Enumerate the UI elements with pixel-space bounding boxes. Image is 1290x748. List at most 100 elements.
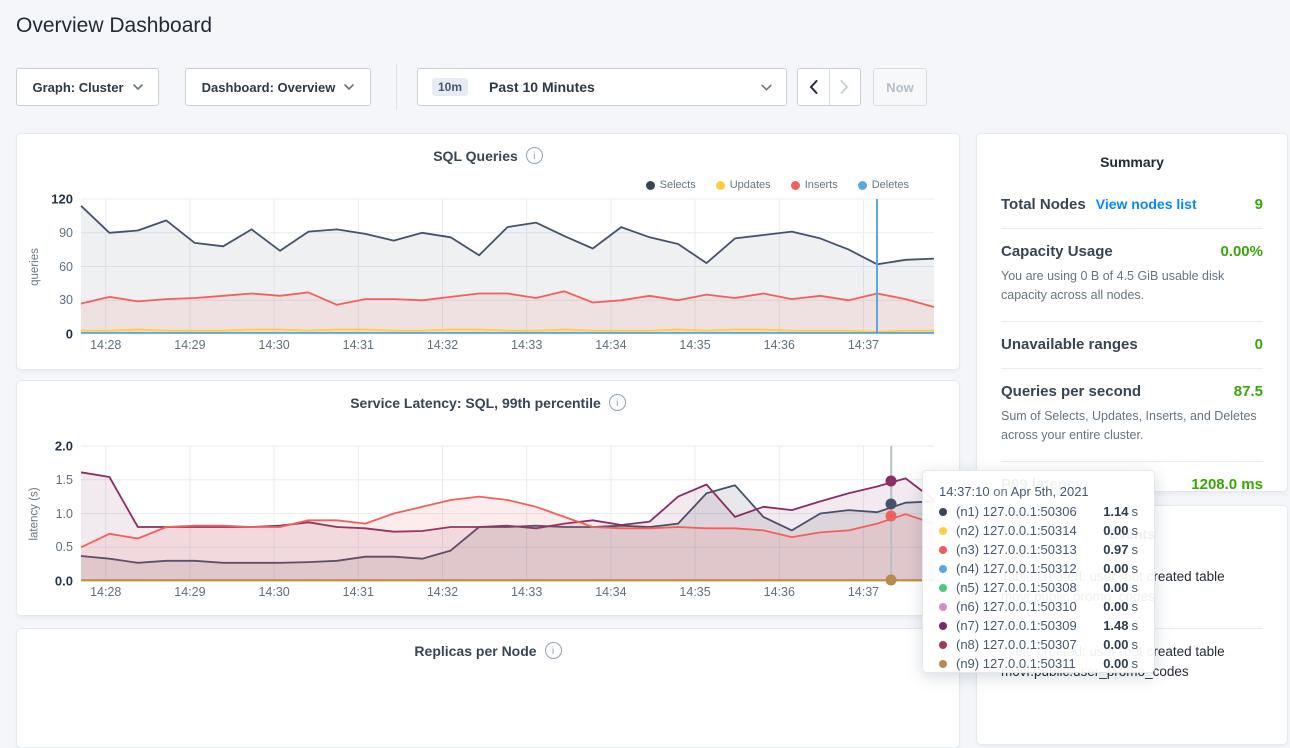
node-latency-value: 0.00 (1103, 599, 1128, 614)
chart-title: SQL Queries (433, 148, 518, 164)
summary-metric-value: 87.5 (1234, 383, 1263, 400)
legend-item-inserts[interactable]: Inserts (791, 179, 838, 191)
x-tick-label: 14:35 (679, 585, 710, 599)
node-address: (n4) 127.0.0.1:50312 (956, 561, 1097, 576)
tooltip-node-row: (n6) 127.0.0.1:50310 0.00 s (939, 599, 1138, 614)
time-range-label: Past 10 Minutes (489, 79, 595, 95)
legend-item-updates[interactable]: Updates (716, 179, 771, 191)
legend-item-selects[interactable]: Selects (646, 179, 696, 191)
summary-metric-label: Unavailable ranges (1001, 336, 1138, 353)
view-nodes-list-link[interactable]: View nodes list (1096, 196, 1197, 212)
y-tick-label: 0.0 (55, 574, 73, 589)
x-axis-ticks: 14:2814:2914:3014:3114:3214:3314:3414:35… (81, 585, 934, 601)
node-color-dot (939, 584, 947, 592)
replicas-per-node-panel: Replicas per Node i (16, 628, 960, 748)
tooltip-node-row: (n1) 127.0.0.1:503061.14s (939, 504, 1138, 519)
chart-title: Service Latency: SQL, 99th percentile (350, 395, 601, 411)
graph-dropdown-label: Graph: Cluster (32, 80, 123, 95)
x-tick-label: 14:34 (595, 585, 626, 599)
legend-item-deletes[interactable]: Deletes (858, 179, 909, 191)
tooltip-node-row: (n5) 127.0.0.1:503080.00s (939, 580, 1138, 595)
node-address: (n5) 127.0.0.1:50308 (956, 580, 1097, 595)
x-tick-label: 14:35 (679, 338, 710, 352)
summary-metric-value: 1208.0 ms (1191, 476, 1263, 493)
legend-dot (716, 181, 725, 190)
x-tick-label: 14:33 (511, 585, 542, 599)
node-latency-unit: s (1132, 580, 1139, 595)
summary-row: Unavailable ranges 0 (1001, 321, 1263, 368)
y-tick-label: 60 (59, 260, 73, 274)
now-button[interactable]: Now (873, 68, 927, 106)
info-icon[interactable]: i (609, 394, 626, 411)
hover-crosshair-line (876, 199, 878, 334)
node-latency-unit: s (1132, 599, 1139, 614)
time-range-dropdown[interactable]: 10m Past 10 Minutes (417, 68, 787, 106)
chevron-down-icon (133, 84, 143, 90)
legend-label: Selects (660, 179, 696, 191)
time-nav-group (797, 68, 861, 106)
x-tick-label: 14:31 (343, 338, 374, 352)
node-latency-value: 0.00 (1103, 637, 1128, 652)
service-latency-plot[interactable] (81, 446, 934, 581)
node-color-dot (939, 546, 947, 554)
chart-hover-tooltip: 14:37:10 on Apr 5th, 2021 (n1) 127.0.0.1… (922, 470, 1155, 673)
node-address: (n6) 127.0.0.1:50310 (956, 599, 1097, 614)
x-axis-ticks: 14:2814:2914:3014:3114:3214:3314:3414:35… (81, 338, 934, 354)
x-tick-label: 14:31 (343, 585, 374, 599)
legend-label: Updates (730, 179, 771, 191)
sql-queries-plot[interactable] (81, 199, 934, 334)
chevron-left-icon (809, 80, 818, 94)
toolbar-divider (396, 64, 397, 110)
node-color-dot (939, 603, 947, 611)
y-tick-label: 0 (66, 327, 73, 342)
summary-row-header: Total Nodes View nodes list 9 (1001, 196, 1263, 213)
y-tick-label: 90 (59, 226, 73, 240)
x-tick-label: 14:36 (764, 338, 795, 352)
summary-metric-value: 0 (1255, 336, 1263, 353)
x-tick-label: 14:34 (595, 338, 626, 352)
node-color-dot (939, 565, 947, 573)
x-tick-label: 14:32 (427, 338, 458, 352)
node-color-dot (939, 641, 947, 649)
summary-title: Summary (1001, 134, 1263, 182)
node-latency-value: 0.00 (1103, 561, 1128, 576)
chart-title: Replicas per Node (414, 643, 536, 659)
node-latency-unit: s (1132, 656, 1139, 671)
legend-label: Inserts (805, 179, 838, 191)
summary-metric-value: 0.00% (1220, 243, 1263, 260)
summary-row-header: Queries per second 87.5 (1001, 383, 1263, 400)
node-color-dot (939, 622, 947, 630)
node-latency-unit: s (1132, 504, 1139, 519)
node-color-dot (939, 508, 947, 516)
y-tick-label: 1.5 (56, 473, 73, 487)
info-icon[interactable]: i (526, 147, 543, 164)
info-icon[interactable]: i (545, 642, 562, 659)
node-address: (n1) 127.0.0.1:50306 (956, 504, 1097, 519)
summary-metric-value: 9 (1255, 196, 1263, 213)
x-tick-label: 14:30 (258, 585, 289, 599)
legend-dot (791, 181, 800, 190)
summary-metric-label: Total Nodes (1001, 196, 1086, 213)
prev-time-button[interactable] (798, 69, 829, 105)
y-tick-label: 2.0 (55, 439, 73, 454)
chevron-right-icon (840, 80, 849, 94)
node-address: (n8) 127.0.0.1:50307 (956, 637, 1097, 652)
node-latency-unit: s (1132, 637, 1139, 652)
x-tick-label: 14:37 (848, 585, 879, 599)
dashboard-dropdown[interactable]: Dashboard: Overview (185, 68, 371, 106)
x-tick-label: 14:33 (511, 338, 542, 352)
next-time-button[interactable] (829, 69, 861, 105)
hover-data-point (886, 510, 897, 521)
service-latency-panel: Service Latency: SQL, 99th percentile i … (16, 380, 960, 616)
graph-dropdown[interactable]: Graph: Cluster (16, 68, 159, 106)
dashboard-dropdown-label: Dashboard: Overview (202, 80, 336, 95)
node-address: (n7) 127.0.0.1:50309 (956, 618, 1097, 633)
tooltip-node-row: (n7) 127.0.0.1:503091.48s (939, 618, 1138, 633)
sql-queries-panel: SQL Queries i Selects Updates Inserts Delet… (16, 133, 960, 370)
y-axis-ticks: 0306090120 (17, 199, 73, 334)
chevron-down-icon (344, 84, 354, 90)
summary-row-header: Capacity Usage0.00% (1001, 243, 1263, 260)
summary-metric-description: Sum of Selects, Updates, Inserts, and De… (1001, 407, 1263, 446)
summary-metric-label: Queries per second (1001, 383, 1141, 400)
page-title: Overview Dashboard (16, 14, 212, 38)
